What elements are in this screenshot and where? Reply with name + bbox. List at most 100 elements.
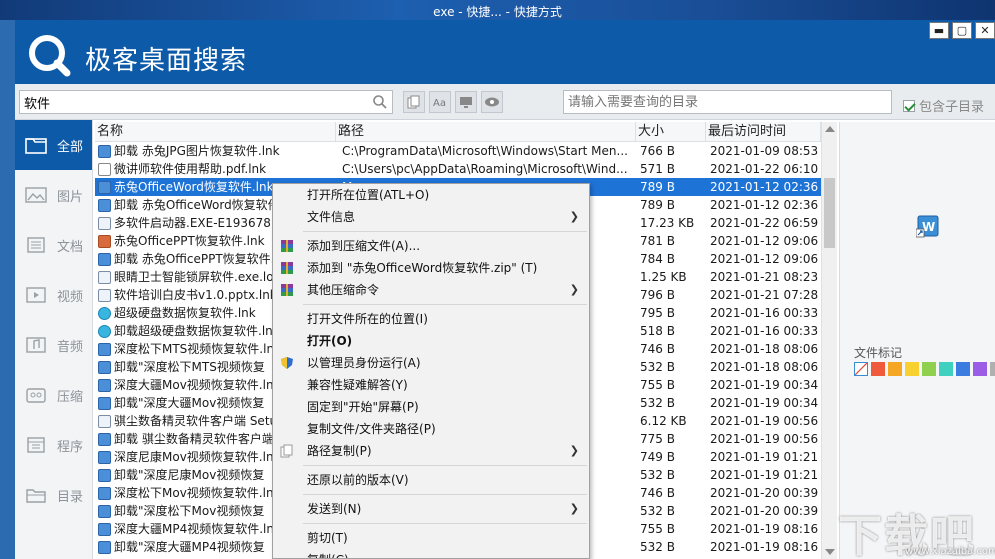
menu-item-label: 打开所在位置(ATL+O)	[307, 188, 430, 202]
menu-item-label: 发送到(N)	[307, 502, 362, 516]
file-type-icon	[98, 270, 111, 284]
sidebar-item-images[interactable]: 图片	[15, 170, 92, 220]
tag-color-swatch[interactable]	[973, 362, 987, 376]
file-name: 微讲师软件使用帮助.pdf.lnk	[114, 162, 267, 176]
file-name: 赤兔OfficeWord恢复软件.lnk	[114, 180, 274, 194]
context-menu-item[interactable]: 还原以前的版本(V)	[273, 469, 589, 491]
file-name: 软件培训白皮书v1.0.pptx.lnk	[114, 288, 277, 302]
cell-size: 17.23 KB	[640, 216, 695, 230]
match-case-button[interactable]: Aa	[429, 91, 451, 113]
cell-time: 2021-01-16 00:33	[710, 324, 819, 338]
file-type-icon	[98, 450, 111, 464]
file-name: 深度松下Mov视频恢复软件.ln	[114, 486, 274, 500]
maximize-button[interactable]: ▢	[952, 22, 972, 39]
submenu-arrow-icon: ❯	[569, 283, 579, 296]
tag-color-swatch[interactable]	[888, 362, 902, 376]
context-menu-item[interactable]: 路径复制(P) ❯	[273, 440, 589, 462]
tag-color-swatch[interactable]	[922, 362, 936, 376]
scroll-down-arrow-icon[interactable]	[825, 549, 835, 555]
sidebar-item-audio[interactable]: 音频	[15, 320, 92, 370]
context-menu-item[interactable]: 其他压缩命令 ❯	[273, 279, 589, 301]
column-header-time[interactable]: 最后访问时间	[706, 122, 821, 141]
tag-color-swatch[interactable]	[905, 362, 919, 376]
tag-color-swatch[interactable]	[956, 362, 970, 376]
sidebar-item-all[interactable]: 全部	[15, 120, 92, 170]
file-name: 深度松下MTS视频恢复软件.ln	[114, 342, 275, 356]
view-toggle-button[interactable]	[481, 91, 503, 113]
file-name: 多软件启动器.EXE-E193678E	[114, 216, 279, 230]
table-row[interactable]: 卸载 赤兔JPG图片恢复软件.lnk C:\ProgramData\Microso…	[95, 142, 821, 160]
context-menu-item[interactable]: 剪切(T)	[273, 527, 589, 549]
close-button[interactable]: ✕	[975, 22, 995, 39]
minimize-button[interactable]: ▬	[929, 22, 949, 39]
cell-time: 2021-01-19 00:34	[710, 378, 819, 392]
context-menu-item[interactable]: 添加到 "赤兔OfficeWord恢复软件.zip" (T)	[273, 257, 589, 279]
cell-size: 755 B	[640, 378, 675, 392]
sidebar-item-documents[interactable]: 文档	[15, 220, 92, 270]
include-subdirs-checkbox[interactable]	[903, 99, 915, 112]
context-menu-item[interactable]: 以管理员身份运行(A)	[273, 352, 589, 374]
cell-time: 2021-01-12 02:36	[710, 180, 819, 194]
cell-time: 2021-01-21 07:28	[710, 288, 819, 302]
column-header-size[interactable]: 大小	[636, 122, 706, 141]
search-input[interactable]	[20, 91, 360, 113]
file-type-icon	[98, 540, 111, 554]
preview-button[interactable]	[455, 91, 477, 113]
sidebar-item-videos[interactable]: 视频	[15, 270, 92, 320]
cell-size: 749 B	[640, 450, 675, 464]
sidebar-item-archives[interactable]: 压缩	[15, 370, 92, 420]
file-type-icon	[98, 234, 111, 248]
include-subdirs-option[interactable]: 包含子目录	[903, 96, 984, 115]
filter-file-button[interactable]	[403, 91, 425, 113]
column-header-name[interactable]: 名称	[95, 122, 336, 141]
cell-name: 微讲师软件使用帮助.pdf.lnk	[95, 160, 336, 178]
winrar-icon	[281, 262, 293, 274]
winrar-icon	[281, 240, 293, 252]
file-list-scrollbar[interactable]	[821, 122, 837, 559]
menu-item-label: 复制文件/文件夹路径(P)	[307, 422, 436, 436]
context-menu-item[interactable]: 复制文件/文件夹路径(P)	[273, 418, 589, 440]
context-menu-item[interactable]: 复制(C)	[273, 549, 589, 558]
scroll-up-arrow-icon[interactable]	[825, 126, 835, 132]
file-type-icon	[98, 324, 111, 338]
menu-item-label: 路径复制(P)	[307, 444, 372, 458]
sidebar-item-directories[interactable]: 目录	[15, 470, 92, 520]
table-row[interactable]: 微讲师软件使用帮助.pdf.lnk C:\Users\pc\AppData\Roa…	[95, 160, 821, 178]
tag-color-swatch[interactable]	[854, 362, 868, 376]
menu-separator	[303, 304, 587, 305]
directory-icon	[26, 489, 46, 503]
cell-path: C:\Users\pc\AppData\Roaming\Microsoft\Wi…	[342, 162, 628, 176]
context-menu-item[interactable]: 打开所在位置(ATL+O)	[273, 184, 589, 206]
sidebar-item-programs[interactable]: 程序	[15, 420, 92, 470]
cell-size: 518 B	[640, 324, 675, 338]
archive-icon	[26, 388, 46, 403]
cell-size: 766 B	[640, 144, 675, 158]
tag-color-swatch[interactable]	[871, 362, 885, 376]
directory-input[interactable]	[564, 91, 884, 113]
context-menu-item[interactable]: 发送到(N) ❯	[273, 498, 589, 520]
sidebar-item-label: 压缩	[57, 389, 84, 405]
context-menu-item[interactable]: 添加到压缩文件(A)...	[273, 235, 589, 257]
word-shortcut-preview-icon: W	[916, 215, 939, 238]
context-menu-item[interactable]: 固定到"开始"屏幕(P)	[273, 396, 589, 418]
context-menu-item[interactable]: 文件信息 ❯	[273, 206, 589, 228]
cell-size: 784 B	[640, 252, 675, 266]
context-menu-item[interactable]: 打开(O)	[273, 330, 589, 352]
context-menu: 打开所在位置(ATL+O) 文件信息 ❯ 添加到压缩文件(A)... 添加到 "赤兔Of…	[272, 183, 590, 559]
search-toolbar: Aa 包含子目录	[15, 84, 995, 120]
search-icon[interactable]	[372, 94, 388, 110]
column-header-path[interactable]: 路径	[336, 122, 636, 141]
file-name: 深度尼康Mov视频恢复软件.ln	[114, 450, 274, 464]
file-type-icon	[98, 432, 111, 446]
app-header: 极客桌面搜索 ▬ ▢ ✕	[15, 20, 995, 84]
context-menu-item[interactable]: 打开文件所在的位置(I)	[273, 308, 589, 330]
sidebar-item-label: 图片	[57, 189, 84, 205]
cell-size: 6.12 KB	[640, 414, 687, 428]
include-subdirs-label: 包含子目录	[919, 100, 985, 115]
scrollbar-thumb[interactable]	[824, 178, 835, 248]
cell-name: 卸载 赤兔JPG图片恢复软件.lnk	[95, 142, 336, 160]
tag-color-swatch[interactable]	[990, 362, 995, 376]
file-name: 卸载 赤兔OfficeWord恢复软件	[114, 198, 280, 212]
tag-color-swatch[interactable]	[939, 362, 953, 376]
context-menu-item[interactable]: 兼容性疑难解答(Y)	[273, 374, 589, 396]
